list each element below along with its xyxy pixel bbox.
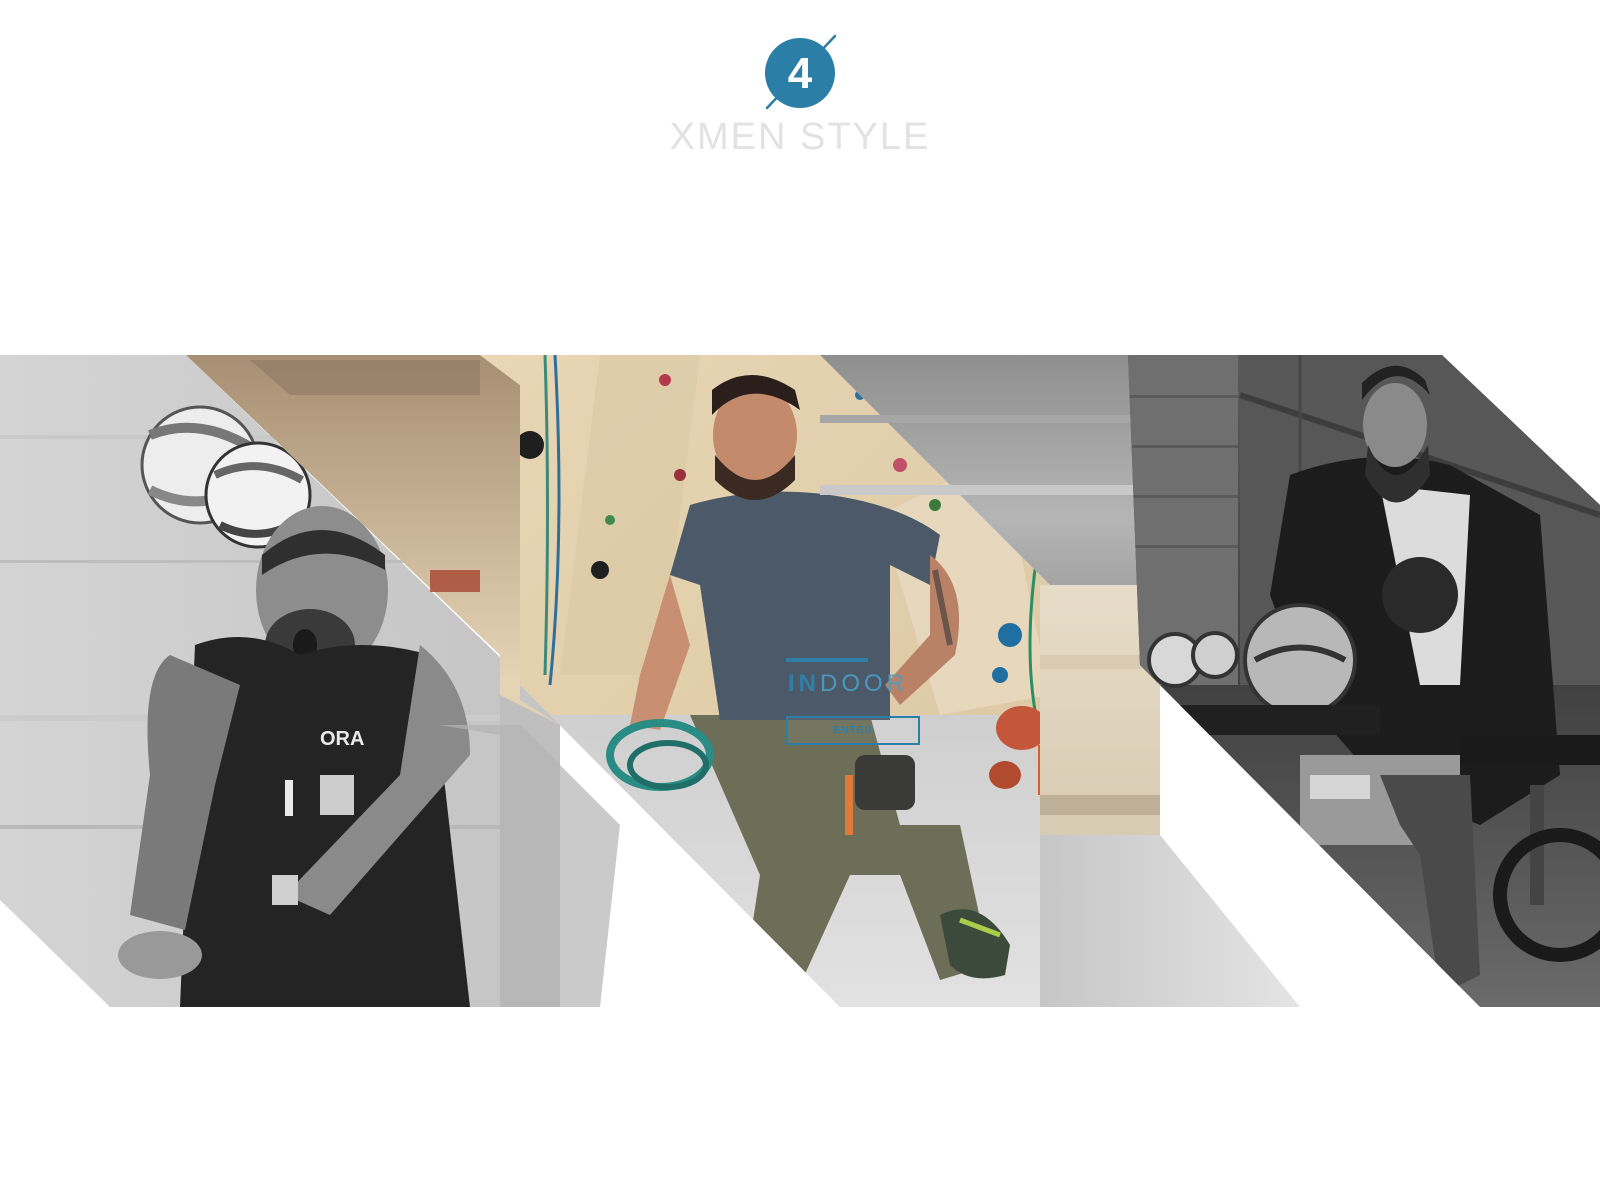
page: 4 XMEN STYLE ORA INDOOR ENTER <box>0 0 1600 1200</box>
site-logo[interactable]: 4 XMEN STYLE <box>0 28 1600 159</box>
feature-title-strong: IN <box>788 670 820 697</box>
feature-title-light: DOOR <box>820 670 908 697</box>
number-badge-icon: 4 <box>765 34 837 110</box>
brand-name: XMEN STYLE <box>669 116 931 158</box>
svg-text:ORA: ORA <box>320 728 364 750</box>
accent-bar <box>786 658 868 662</box>
logo-number: 4 <box>788 49 813 98</box>
enter-button[interactable]: ENTER <box>786 716 920 745</box>
feature-title: INDOOR <box>788 670 908 698</box>
